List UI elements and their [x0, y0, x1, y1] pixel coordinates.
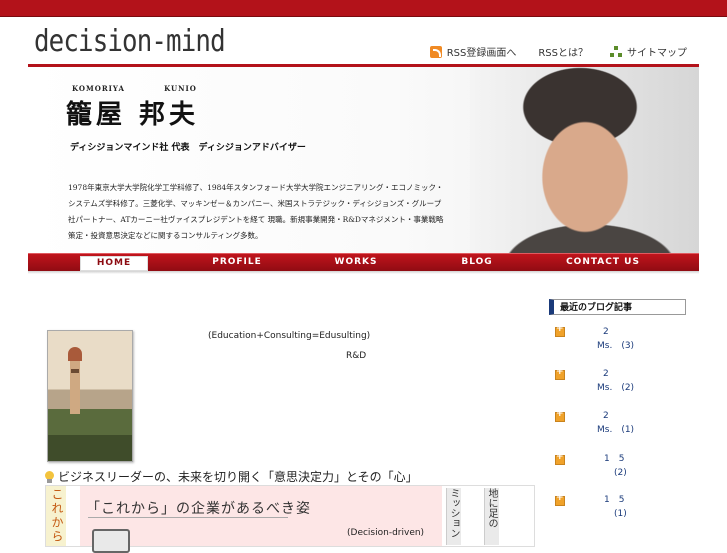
profile-name: 籠屋 邦夫 [66, 100, 200, 130]
top-bar [0, 0, 727, 17]
sitemap-label: サイトマップ [627, 48, 687, 59]
nav-shadow [28, 271, 699, 274]
blog-item-3-line2[interactable]: Ms. (1) [597, 423, 634, 437]
plus-icon [555, 367, 565, 380]
rss-register-link[interactable]: RSS登録画面へ [429, 44, 517, 59]
main-nav: HOME PROFILE WORKS BLOG CONTACT US [28, 253, 699, 272]
campus-photo [47, 330, 133, 462]
nav-home[interactable]: HOME [80, 256, 148, 271]
what-is-rss-link[interactable]: RSSとは？ [538, 44, 588, 59]
rss-register-label: RSS登録画面へ [446, 48, 517, 59]
feature-title-underline [88, 517, 288, 518]
blog-item-4-line2[interactable]: (2) [614, 466, 627, 480]
intro-line-1: (Education+Consulting=Edusulting) [208, 331, 371, 341]
clipboard-icon [92, 529, 130, 553]
feature-title: 「これから」の企業があるべき姿 [86, 501, 311, 517]
blog-item-2-line1[interactable]: 2 [603, 367, 609, 381]
what-is-rss-label: RSSとは？ [538, 48, 588, 59]
feature-tab-grounded[interactable]: 地に足の [484, 488, 499, 545]
blog-item-3-line1[interactable]: 2 [603, 409, 609, 423]
headline-text: ビジネスリーダーの、未来を切り開く「意思決定力」とその「心」 [58, 470, 418, 484]
blog-item-2-line2[interactable]: Ms. (2) [597, 381, 634, 395]
rss-icon [429, 45, 442, 58]
sidebar-heading: 最近のブログ記事 [549, 299, 686, 315]
blog-item-1-line1[interactable]: 2 [603, 325, 609, 339]
sitemap-link[interactable]: サイトマップ [610, 44, 687, 59]
nav-blog[interactable]: BLOG [442, 256, 512, 269]
lightbulb-icon [45, 470, 54, 483]
blog-item-4-line1[interactable]: 1 5 [604, 452, 624, 466]
blog-item-1-line2[interactable]: Ms. (3) [597, 339, 634, 353]
nav-profile[interactable]: PROFILE [202, 256, 272, 269]
profile-bio: 1978年東京大学大学院化学工学科修了、1984年スタンフォード大学大学院エンジ… [68, 183, 444, 240]
tower-illustration [68, 347, 82, 414]
plus-icon [555, 493, 565, 506]
name-romaji: KOMORIYA KUNIO [72, 84, 197, 93]
blog-item-5-line1[interactable]: 1 5 [604, 493, 624, 507]
feature-side-label: これから [46, 486, 66, 546]
profile-title: ディシジョンマインド社 代表 ディシジョンアドバイザー [70, 143, 306, 153]
blog-item-5-line2[interactable]: (1) [614, 507, 627, 521]
nav-contact[interactable]: CONTACT US [558, 256, 648, 269]
romaji-first: KOMORIYA [72, 84, 125, 93]
plus-icon [555, 324, 565, 337]
section-headline: ビジネスリーダーの、未来を切り開く「意思決定力」とその「心」 [45, 468, 418, 485]
feature-subtitle: (Decision-driven) [347, 528, 425, 538]
site-logo[interactable]: decision-mind [34, 24, 226, 59]
header-links: RSS登録画面へ RSSとは？ サイトマップ [429, 44, 687, 59]
plus-icon [555, 452, 565, 465]
portrait-photo [470, 67, 699, 253]
sitemap-icon [610, 45, 622, 58]
nav-works[interactable]: WORKS [321, 256, 391, 269]
feature-tab-mission[interactable]: ミッション [446, 488, 461, 545]
romaji-last: KUNIO [164, 84, 197, 93]
intro-line-2: R&D [346, 351, 367, 361]
plus-icon [555, 409, 565, 422]
